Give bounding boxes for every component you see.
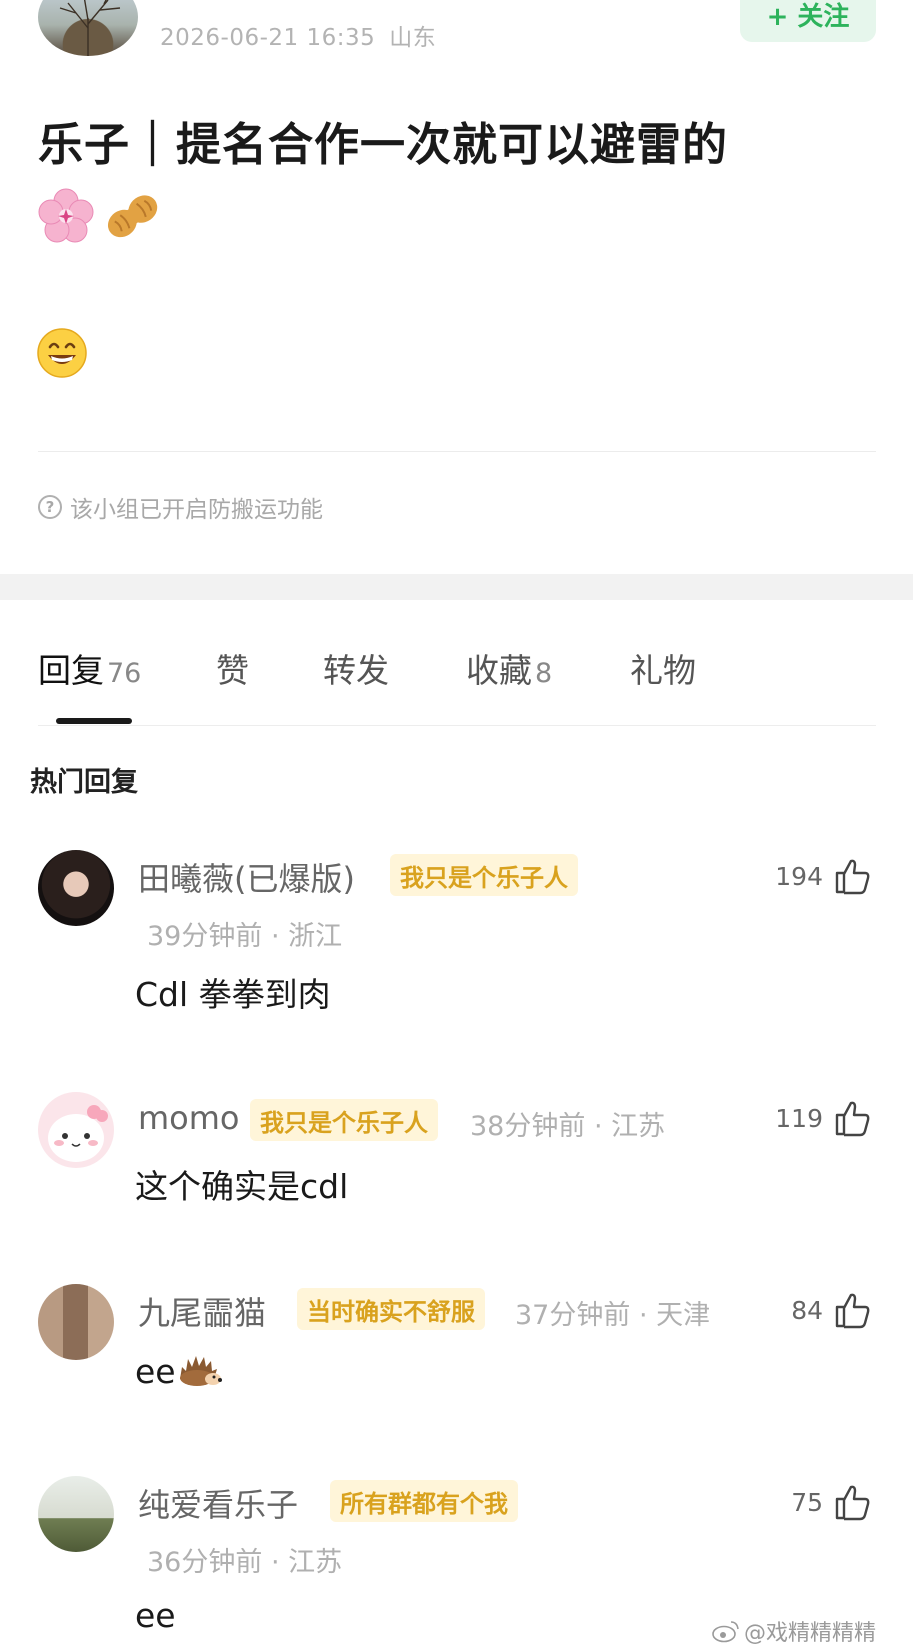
avatar[interactable]: [38, 1092, 114, 1168]
section-title: 热门回复: [30, 767, 138, 798]
comment-time-location: 36分钟前 · 江苏: [147, 1547, 343, 1578]
avatar[interactable]: [38, 1284, 114, 1360]
post-divider: [38, 451, 876, 452]
post-emoji-row: [38, 188, 163, 248]
comment-text: Cdl 拳拳到肉: [135, 975, 331, 1014]
tab-label: 转发: [323, 651, 389, 690]
user-badge: 所有群都有个我: [330, 1480, 518, 1522]
like-count: 84: [791, 1295, 823, 1325]
tab-label: 收藏: [466, 651, 532, 690]
like-button[interactable]: 75: [791, 1482, 873, 1522]
avatar[interactable]: [38, 1476, 114, 1552]
anti-repost-notice: ? 该小组已开启防搬运功能: [38, 490, 323, 524]
peanut-emoji-icon: [103, 188, 163, 248]
post-header: 2026-06-21 16:35 山东 + 关注 乐子｜提名合作一次就可以避雷的: [0, 0, 913, 574]
like-count: 119: [775, 1103, 823, 1133]
tab-replies[interactable]: 回复 76: [38, 644, 141, 692]
avatar[interactable]: [38, 850, 114, 926]
user-badge: 我只是个乐子人: [390, 854, 578, 896]
grin-emoji-icon: [36, 327, 88, 383]
post-meta: 2026-06-21 16:35 山东: [160, 18, 436, 52]
flower-emoji-icon: [38, 188, 94, 248]
comment-text: ee: [135, 1352, 222, 1391]
tab-favorites[interactable]: 收藏 8: [466, 644, 552, 692]
thumbs-up-icon: [835, 1485, 870, 1521]
comment-text: 这个确实是cdl: [135, 1167, 349, 1206]
hedgehog-emoji-icon: [179, 1356, 222, 1386]
weibo-icon: [712, 1621, 739, 1643]
comment-author[interactable]: 九尾霝猫: [138, 1288, 266, 1334]
post-date: 2026-06-21 16:35: [160, 25, 376, 51]
comment-time-location: 38分钟前 · 江苏: [470, 1111, 666, 1142]
author-avatar[interactable]: [38, 0, 138, 56]
tab-likes[interactable]: 赞: [216, 644, 249, 692]
like-button[interactable]: 119: [775, 1098, 873, 1138]
like-button[interactable]: 84: [791, 1290, 873, 1330]
like-count: 194: [775, 861, 823, 891]
tab-label: 礼物: [630, 651, 696, 690]
post-location: 山东: [389, 25, 437, 51]
user-badge: 我只是个乐子人: [250, 1099, 438, 1141]
comment-author[interactable]: 田曦薇(已爆版): [138, 854, 355, 900]
interaction-tabs: 回复 76 赞 转发 收藏 8 礼物: [38, 644, 876, 694]
thumbs-up-icon: [835, 1101, 870, 1137]
notice-text: 该小组已开启防搬运功能: [70, 497, 323, 523]
tab-gifts[interactable]: 礼物: [630, 644, 696, 692]
bunny-avatar-icon: [48, 1105, 108, 1162]
comment-author[interactable]: 纯爱看乐子: [138, 1480, 298, 1526]
like-count: 75: [791, 1487, 823, 1517]
tab-label: 回复: [38, 651, 104, 690]
tab-reposts[interactable]: 转发: [323, 644, 389, 692]
question-icon[interactable]: ?: [38, 495, 62, 519]
comment-time-location: 39分钟前 · 浙江: [147, 921, 343, 952]
comment-author[interactable]: momo: [138, 1099, 240, 1137]
weibo-watermark: @戏精精精精: [712, 1615, 876, 1647]
tab-count: 76: [107, 658, 142, 689]
user-badge: 当时确实不舒服: [297, 1288, 485, 1330]
tabs-divider: [38, 725, 876, 726]
thumbs-up-icon: [835, 859, 870, 895]
active-tab-indicator: [56, 718, 132, 724]
comment-text: ee: [135, 1596, 176, 1635]
like-button[interactable]: 194: [775, 856, 873, 896]
thumbs-up-icon: [835, 1293, 870, 1329]
section-separator: [0, 574, 913, 600]
tab-count: 8: [535, 658, 553, 689]
comment-time-location: 37分钟前 · 天津: [515, 1300, 711, 1331]
tab-label: 赞: [216, 651, 249, 690]
comment-text-content: ee: [135, 1352, 176, 1391]
watermark-text: @戏精精精精: [744, 1621, 877, 1646]
follow-button[interactable]: + 关注: [740, 0, 876, 42]
post-title: 乐子｜提名合作一次就可以避雷的: [38, 118, 729, 171]
